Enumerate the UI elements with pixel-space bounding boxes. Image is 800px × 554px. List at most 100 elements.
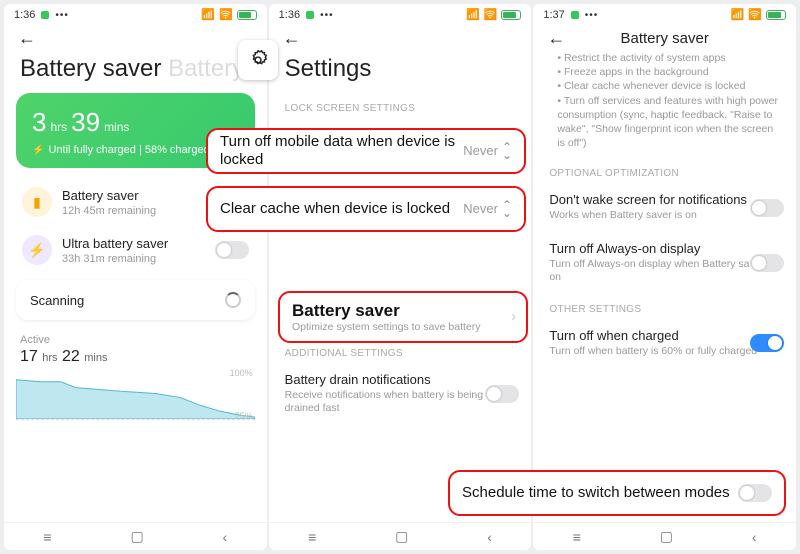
row-sub: Turn off Always-on display when Battery … (549, 258, 780, 285)
settings-gear-button[interactable] (238, 40, 278, 80)
android-navbar: ≡ ▢ ‹ (4, 522, 267, 550)
row-sub: Works when Battery saver is on (549, 209, 780, 223)
battery-icon (766, 10, 786, 20)
schedule-toggle[interactable] (738, 484, 772, 502)
bolt-icon: ⚡ (22, 235, 52, 265)
nav-recent-icon[interactable]: ≡ (573, 529, 581, 545)
wifi-icon: 🛜 (484, 8, 498, 21)
row-title: Turn off when charged (549, 328, 780, 343)
callout-label: Turn off mobile data when device is lock… (220, 133, 463, 169)
active-time-block: Active 17 hrs 22 mins (4, 326, 267, 366)
gear-icon (247, 49, 269, 71)
page-title-text: Battery saver (20, 55, 161, 82)
screen-battery-saver-detail: 1:37 📶 🛜 ← Battery saver Restrict the ac… (533, 4, 796, 550)
off-when-charged-toggle[interactable] (750, 334, 784, 352)
battery-icon: ▮ (22, 187, 52, 217)
nav-back-icon[interactable]: ‹ (752, 529, 757, 545)
status-bar: 1:36 📶 🛜 (4, 4, 267, 23)
callout-sub: Optimize system settings to save battery (292, 321, 481, 334)
rec-indicator-icon (41, 11, 49, 19)
row-title: Don't wake screen for notifications (549, 192, 780, 207)
back-arrow-icon[interactable]: ← (547, 29, 565, 47)
graph-75-label: 75% (235, 411, 253, 421)
wifi-icon: 🛜 (219, 8, 233, 21)
page-title-ghost: Battery (168, 55, 244, 82)
callout-label: Clear cache when device is locked (220, 200, 450, 218)
section-optional: OPTIONAL OPTIMIZATION (533, 158, 796, 183)
hero-mins: 39 (71, 107, 100, 138)
ultra-saver-toggle[interactable] (215, 241, 249, 259)
page-title: Settings (269, 49, 532, 93)
nav-back-icon[interactable]: ‹ (487, 529, 492, 545)
callout-battery-saver-row[interactable]: Battery saver Optimize system settings t… (278, 291, 528, 343)
rec-indicator-icon (571, 11, 579, 19)
row-off-when-charged[interactable]: Turn off when charged Turn off when batt… (533, 319, 796, 368)
row-ultra-battery-saver[interactable]: ⚡ Ultra battery saver 33h 31m remaining (8, 226, 263, 274)
signal-icon: 📶 (731, 8, 745, 21)
section-lock-screen: LOCK SCREEN SETTINGS (269, 93, 532, 118)
nav-home-icon[interactable]: ▢ (660, 528, 673, 545)
callout-value: Never (463, 143, 498, 159)
wifi-icon: 🛜 (748, 8, 762, 21)
back-arrow-icon[interactable]: ← (283, 29, 301, 47)
page-title: Battery saver Battery (4, 49, 267, 93)
row-sub: Turn off when battery is 60% or fully ch… (549, 345, 780, 359)
battery-icon (501, 10, 521, 20)
active-mins-unit: mins (84, 352, 107, 364)
section-other: OTHER SETTINGS (533, 294, 796, 319)
callout-mobile-data-locked[interactable]: Turn off mobile data when device is lock… (206, 128, 526, 174)
bullet: Clear cache whenever device is locked (557, 79, 778, 93)
rec-indicator-icon (306, 11, 314, 19)
row-title: Turn off Always-on display (549, 241, 780, 256)
nav-home-icon[interactable]: ▢ (130, 528, 143, 545)
clock: 1:36 (14, 9, 35, 21)
drain-toggle[interactable] (485, 385, 519, 403)
callout-schedule-modes[interactable]: Schedule time to switch between modes (448, 470, 786, 516)
info-bullets: Restrict the activity of system apps Fre… (533, 49, 796, 158)
status-bar: 1:37 📶 🛜 (533, 4, 796, 23)
nav-back-icon[interactable]: ‹ (223, 529, 228, 545)
battery-graph[interactable]: 100% 75% (16, 370, 255, 420)
hero-hours: 3 (32, 107, 46, 138)
active-mins: 22 (62, 348, 80, 365)
row-title: Ultra battery saver (62, 236, 205, 251)
nav-recent-icon[interactable]: ≡ (43, 529, 51, 545)
sorter-icon: ⌃⌄ (502, 201, 512, 218)
signal-icon: 📶 (466, 8, 480, 21)
active-label: Active (20, 334, 251, 346)
dont-wake-toggle[interactable] (750, 199, 784, 217)
screen-settings: 1:36 📶 🛜 ← Settings LOCK SCREEN SETTINGS… (269, 4, 532, 550)
row-drain-notifications[interactable]: Battery drain notifications Receive noti… (269, 363, 532, 425)
bullet: Restrict the activity of system apps (557, 51, 778, 65)
row-dont-wake[interactable]: Don't wake screen for notifications Work… (533, 183, 796, 232)
active-hours-unit: hrs (42, 352, 57, 364)
aod-toggle[interactable] (750, 254, 784, 272)
hero-mins-unit: mins (104, 120, 129, 134)
row-sub: 33h 31m remaining (62, 253, 205, 265)
more-icon (55, 9, 69, 21)
sorter-icon: ⌃⌄ (502, 143, 512, 160)
nav-recent-icon[interactable]: ≡ (308, 529, 316, 545)
clock: 1:37 (543, 9, 564, 21)
bullet: Turn off services and features with high… (557, 94, 778, 151)
active-hours: 17 (20, 348, 38, 365)
row-sub: Receive notifications when battery is be… (285, 389, 516, 416)
bullet: Freeze apps in the background (557, 65, 778, 79)
android-navbar: ≡ ▢ ‹ (269, 522, 532, 550)
callout-value: Never (463, 201, 498, 217)
nav-home-icon[interactable]: ▢ (395, 528, 408, 545)
hero-hours-unit: hrs (50, 120, 67, 134)
android-navbar: ≡ ▢ ‹ (533, 522, 796, 550)
more-icon (585, 9, 599, 21)
scanning-label: Scanning (30, 293, 84, 308)
screen-battery-overview: 1:36 📶 🛜 ← Battery saver Battery 3 hrs 3… (4, 4, 267, 550)
back-arrow-icon[interactable]: ← (18, 29, 36, 47)
graph-100-label: 100% (230, 368, 253, 378)
callout-title: Battery saver (292, 301, 400, 321)
battery-icon (237, 10, 257, 20)
page-title: Battery saver (620, 30, 708, 47)
signal-icon: 📶 (201, 8, 215, 21)
row-always-on-display[interactable]: Turn off Always-on display Turn off Alwa… (533, 232, 796, 294)
callout-clear-cache-locked[interactable]: Clear cache when device is locked Never … (206, 186, 526, 232)
scanning-card[interactable]: Scanning (16, 280, 255, 320)
